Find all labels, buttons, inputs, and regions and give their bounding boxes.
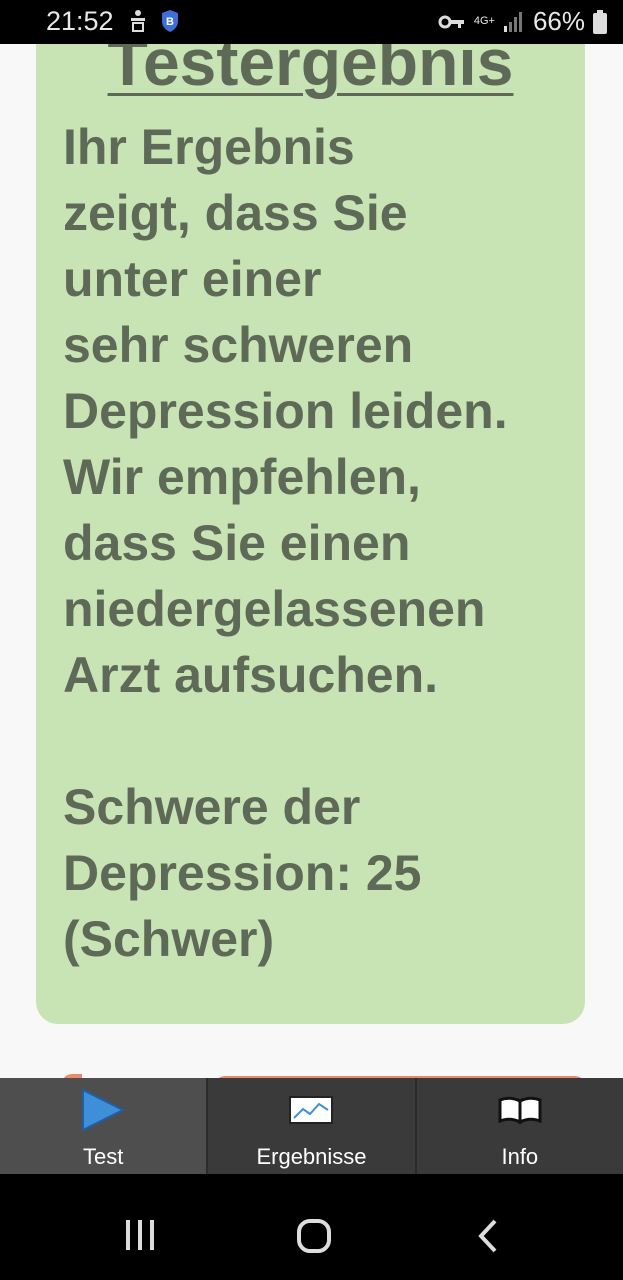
tab-test[interactable]: Test	[0, 1078, 207, 1174]
status-left-icons: B	[128, 9, 180, 33]
tab-label: Test	[82, 1144, 124, 1169]
severity-line: Schwere der	[63, 779, 361, 835]
result-card: Testergebnis Ihr Ergebnis zeigt, dass Si…	[36, 44, 585, 1024]
result-line: Ihr Ergebnis	[63, 119, 355, 175]
recent-apps-button[interactable]	[124, 1218, 156, 1257]
back-button[interactable]	[476, 1218, 500, 1259]
result-line: unter einer	[63, 251, 322, 307]
svg-text:B: B	[166, 16, 174, 28]
book-icon	[497, 1086, 543, 1134]
result-title: Testergebnis	[107, 44, 514, 99]
shield-b-icon: B	[162, 10, 178, 32]
result-line: sehr schweren	[63, 317, 414, 373]
result-line: Depression leiden.	[63, 383, 508, 439]
accessibility-icon	[131, 10, 145, 32]
result-line: niedergelassenen	[63, 581, 486, 637]
recent-apps-icon	[126, 1220, 154, 1250]
content-area[interactable]: Testergebnis Ihr Ergebnis zeigt, dass Si…	[0, 44, 623, 1078]
result-line: dass Sie einen	[63, 515, 411, 571]
chart-icon	[289, 1086, 334, 1134]
result-text: Ihr Ergebnis zeigt, dass Sie unter einer…	[63, 114, 568, 972]
battery-icon	[593, 9, 607, 34]
bottom-tab-bar: Test Ergebnisse Info	[0, 1078, 623, 1174]
back-icon	[478, 1219, 497, 1253]
system-nav-bar	[0, 1174, 623, 1280]
play-icon	[80, 1086, 126, 1134]
result-line: Arzt aufsuchen.	[63, 647, 439, 703]
result-line: zeigt, dass Sie	[63, 185, 408, 241]
tab-info[interactable]: Info	[416, 1078, 623, 1174]
home-icon	[297, 1219, 331, 1253]
status-bar: 21:52 B 4G+ 66%	[0, 0, 623, 44]
severity-line: (Schwer)	[63, 911, 275, 967]
tab-label: Info	[501, 1144, 539, 1169]
key-icon	[438, 15, 464, 28]
status-time: 21:52	[46, 6, 114, 36]
result-line: Wir empfehlen,	[63, 449, 421, 505]
status-right: 4G+ 66%	[438, 6, 607, 37]
signal-icon	[503, 11, 522, 32]
tab-ergebnisse[interactable]: Ergebnisse	[208, 1078, 415, 1174]
home-button[interactable]	[296, 1218, 332, 1259]
tab-label: Ergebnisse	[256, 1144, 367, 1169]
severity-line: Depression: 25	[63, 845, 422, 901]
network-type: 4G+	[473, 15, 495, 27]
battery-percent: 66%	[532, 6, 585, 36]
